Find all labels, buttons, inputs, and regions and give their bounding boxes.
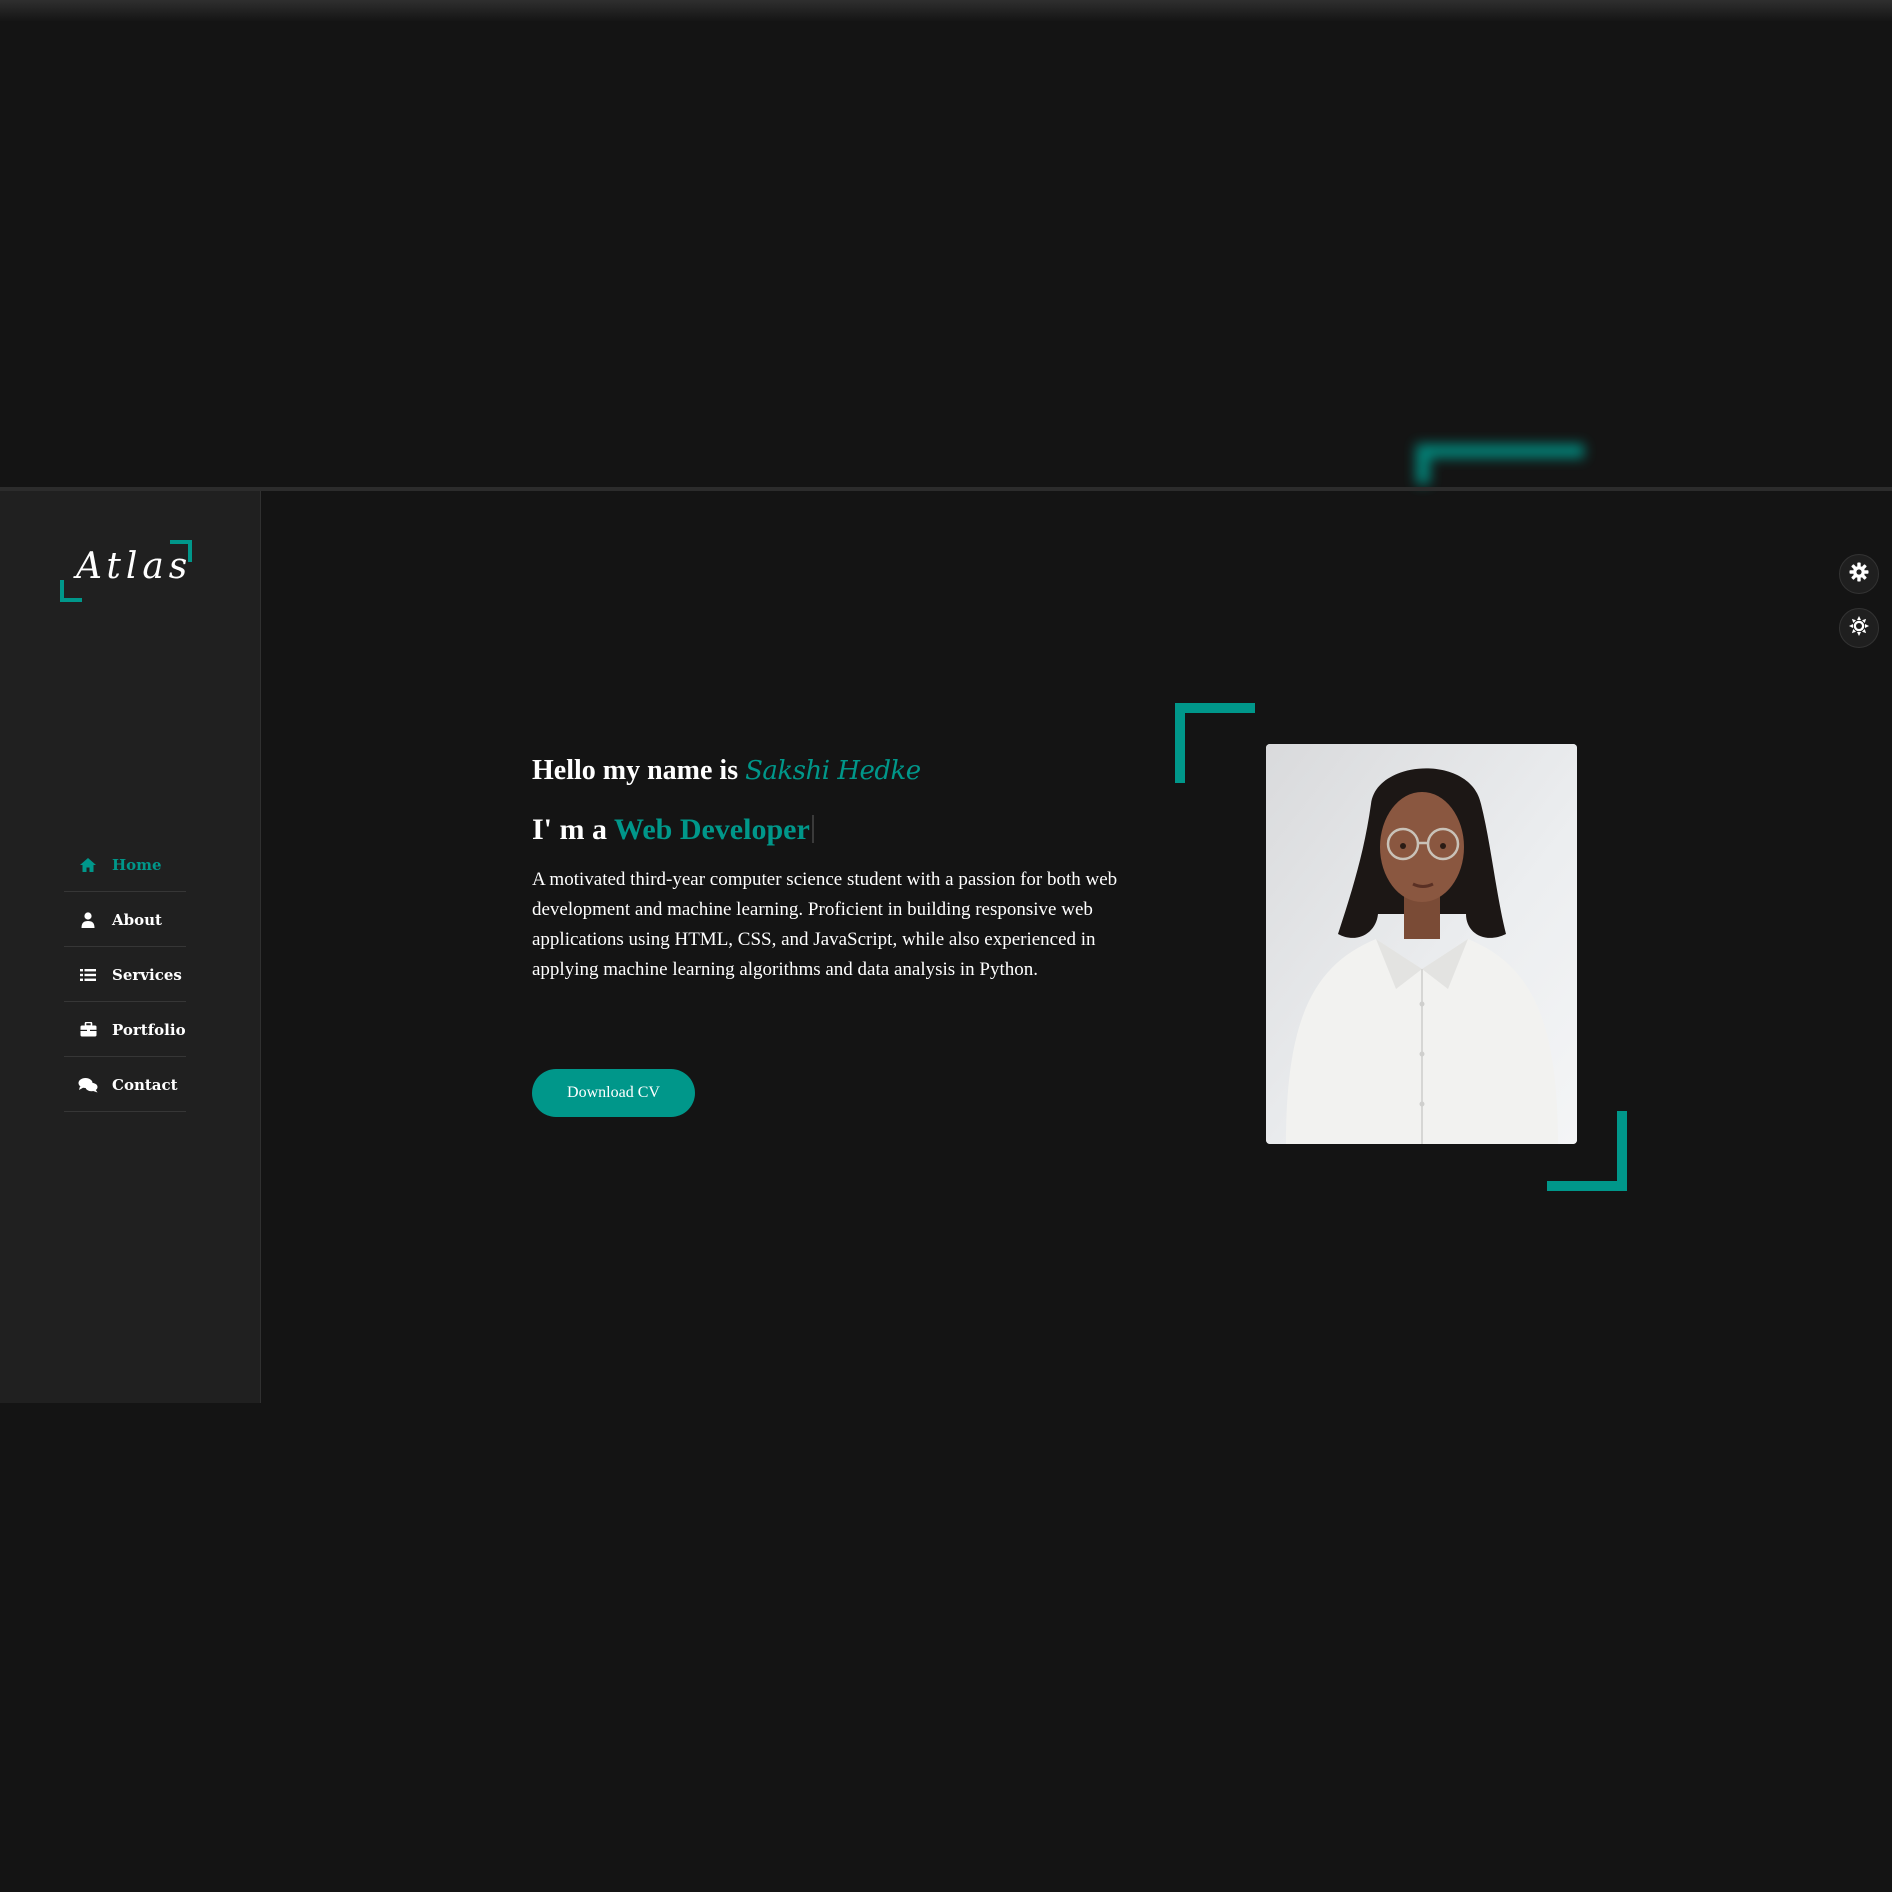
sidebar-item-home[interactable]: Home [64, 838, 186, 892]
person-name: Sakshi Hedke [745, 756, 921, 786]
logo-text: Atlas [76, 546, 193, 587]
role-text: Web Developer [613, 813, 810, 846]
sidebar-nav: Home About Services Portfolio Contact [64, 838, 186, 1113]
sidebar-item-label: Portfolio [112, 1020, 186, 1039]
sidebar-item-portfolio[interactable]: Portfolio [64, 1003, 186, 1057]
role-heading: I' m a Web Developer [532, 813, 1172, 847]
sidebar-item-label: About [112, 910, 162, 929]
greeting-heading: Hello my name is Sakshi Hedke [532, 755, 1172, 787]
sidebar-item-label: Services [112, 965, 182, 984]
briefcase-icon [78, 1021, 98, 1039]
sidebar-item-contact[interactable]: Contact [64, 1058, 186, 1112]
sun-icon [1849, 616, 1869, 640]
theme-toggle-button[interactable] [1839, 608, 1879, 648]
list-icon [78, 966, 98, 984]
sidebar-item-label: Home [112, 855, 162, 874]
sidebar-item-about[interactable]: About [64, 893, 186, 947]
home-icon [78, 856, 98, 874]
profile-photo [1266, 744, 1577, 1144]
typing-cursor [811, 815, 814, 843]
sidebar-item-services[interactable]: Services [64, 948, 186, 1002]
greeting-text: Hello my name is [532, 755, 739, 786]
role-prefix: I' m a [532, 813, 607, 846]
page: Atlas Home About Services Portfolio Cont… [0, 0, 1892, 1892]
section-divider [0, 487, 1892, 491]
hero-section: Hello my name is Sakshi Hedke I' m a Web… [532, 755, 1172, 1004]
top-shadow [0, 0, 1892, 22]
sidebar-item-label: Contact [112, 1075, 178, 1094]
logo[interactable]: Atlas [58, 538, 194, 604]
settings-toggle-button[interactable] [1839, 554, 1879, 594]
decorative-glow [1416, 444, 1584, 484]
download-cv-button[interactable]: Download CV [532, 1069, 695, 1117]
bio-paragraph: A motivated third-year computer science … [532, 869, 1118, 980]
comments-icon [78, 1076, 98, 1094]
user-icon [78, 911, 98, 929]
photo-frame-top-left [1175, 703, 1255, 783]
gear-icon [1849, 562, 1869, 586]
